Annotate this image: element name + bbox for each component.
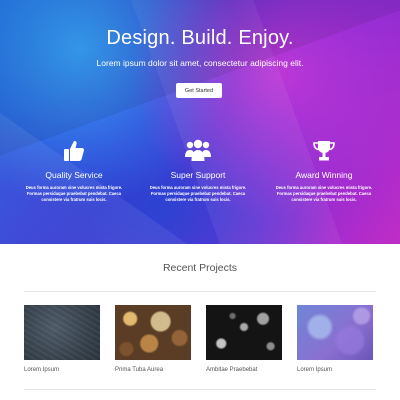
project-thumbnail[interactable] bbox=[206, 305, 282, 360]
project-caption[interactable]: Lorem Ipsum bbox=[24, 367, 100, 373]
trophy-icon bbox=[269, 138, 379, 164]
feature-title: Award Winning bbox=[295, 170, 353, 180]
project-card[interactable]: Prima Tuba Aurea bbox=[115, 305, 191, 373]
divider bbox=[24, 389, 376, 390]
feature-title: Super Support bbox=[170, 170, 226, 180]
hero-subtitle: Lorem ipsum dolor sit amet, consectetur … bbox=[96, 58, 304, 68]
hero-title: Design. Build. Enjoy. bbox=[106, 27, 294, 49]
project-thumbnail[interactable] bbox=[297, 305, 373, 360]
feature-description: Deus forma auroram sine volucres mista f… bbox=[25, 185, 123, 203]
recent-projects-heading: Recent Projects bbox=[162, 262, 238, 274]
project-caption[interactable]: Ambitae Praebebat bbox=[206, 367, 282, 373]
users-icon bbox=[143, 138, 253, 164]
get-started-button[interactable]: Get Started bbox=[176, 83, 222, 98]
divider bbox=[24, 291, 376, 292]
feature-award-winning: Award Winning Deus forma auroram sine vo… bbox=[269, 138, 379, 204]
feature-quality-service: Quality Service Deus forma auroram sine … bbox=[19, 138, 129, 204]
feature-description: Deus forma auroram sine volucres mista f… bbox=[275, 185, 373, 203]
feature-title: Quality Service bbox=[45, 170, 103, 180]
thumbs-up-icon bbox=[19, 138, 129, 164]
project-thumbnail[interactable] bbox=[115, 305, 191, 360]
project-card[interactable]: Lorem Ipsum bbox=[24, 305, 100, 373]
hero-section: Design. Build. Enjoy. Lorem ipsum dolor … bbox=[0, 0, 400, 244]
project-caption[interactable]: Prima Tuba Aurea bbox=[115, 367, 191, 373]
project-card[interactable]: Ambitae Praebebat bbox=[206, 305, 282, 373]
project-thumbnail[interactable] bbox=[24, 305, 100, 360]
project-card[interactable]: Lorem Ipsum bbox=[297, 305, 373, 373]
feature-description: Deus forma auroram sine volucres mista f… bbox=[149, 185, 247, 203]
project-caption[interactable]: Lorem Ipsum bbox=[297, 367, 373, 373]
feature-super-support: Super Support Deus forma auroram sine vo… bbox=[143, 138, 253, 204]
